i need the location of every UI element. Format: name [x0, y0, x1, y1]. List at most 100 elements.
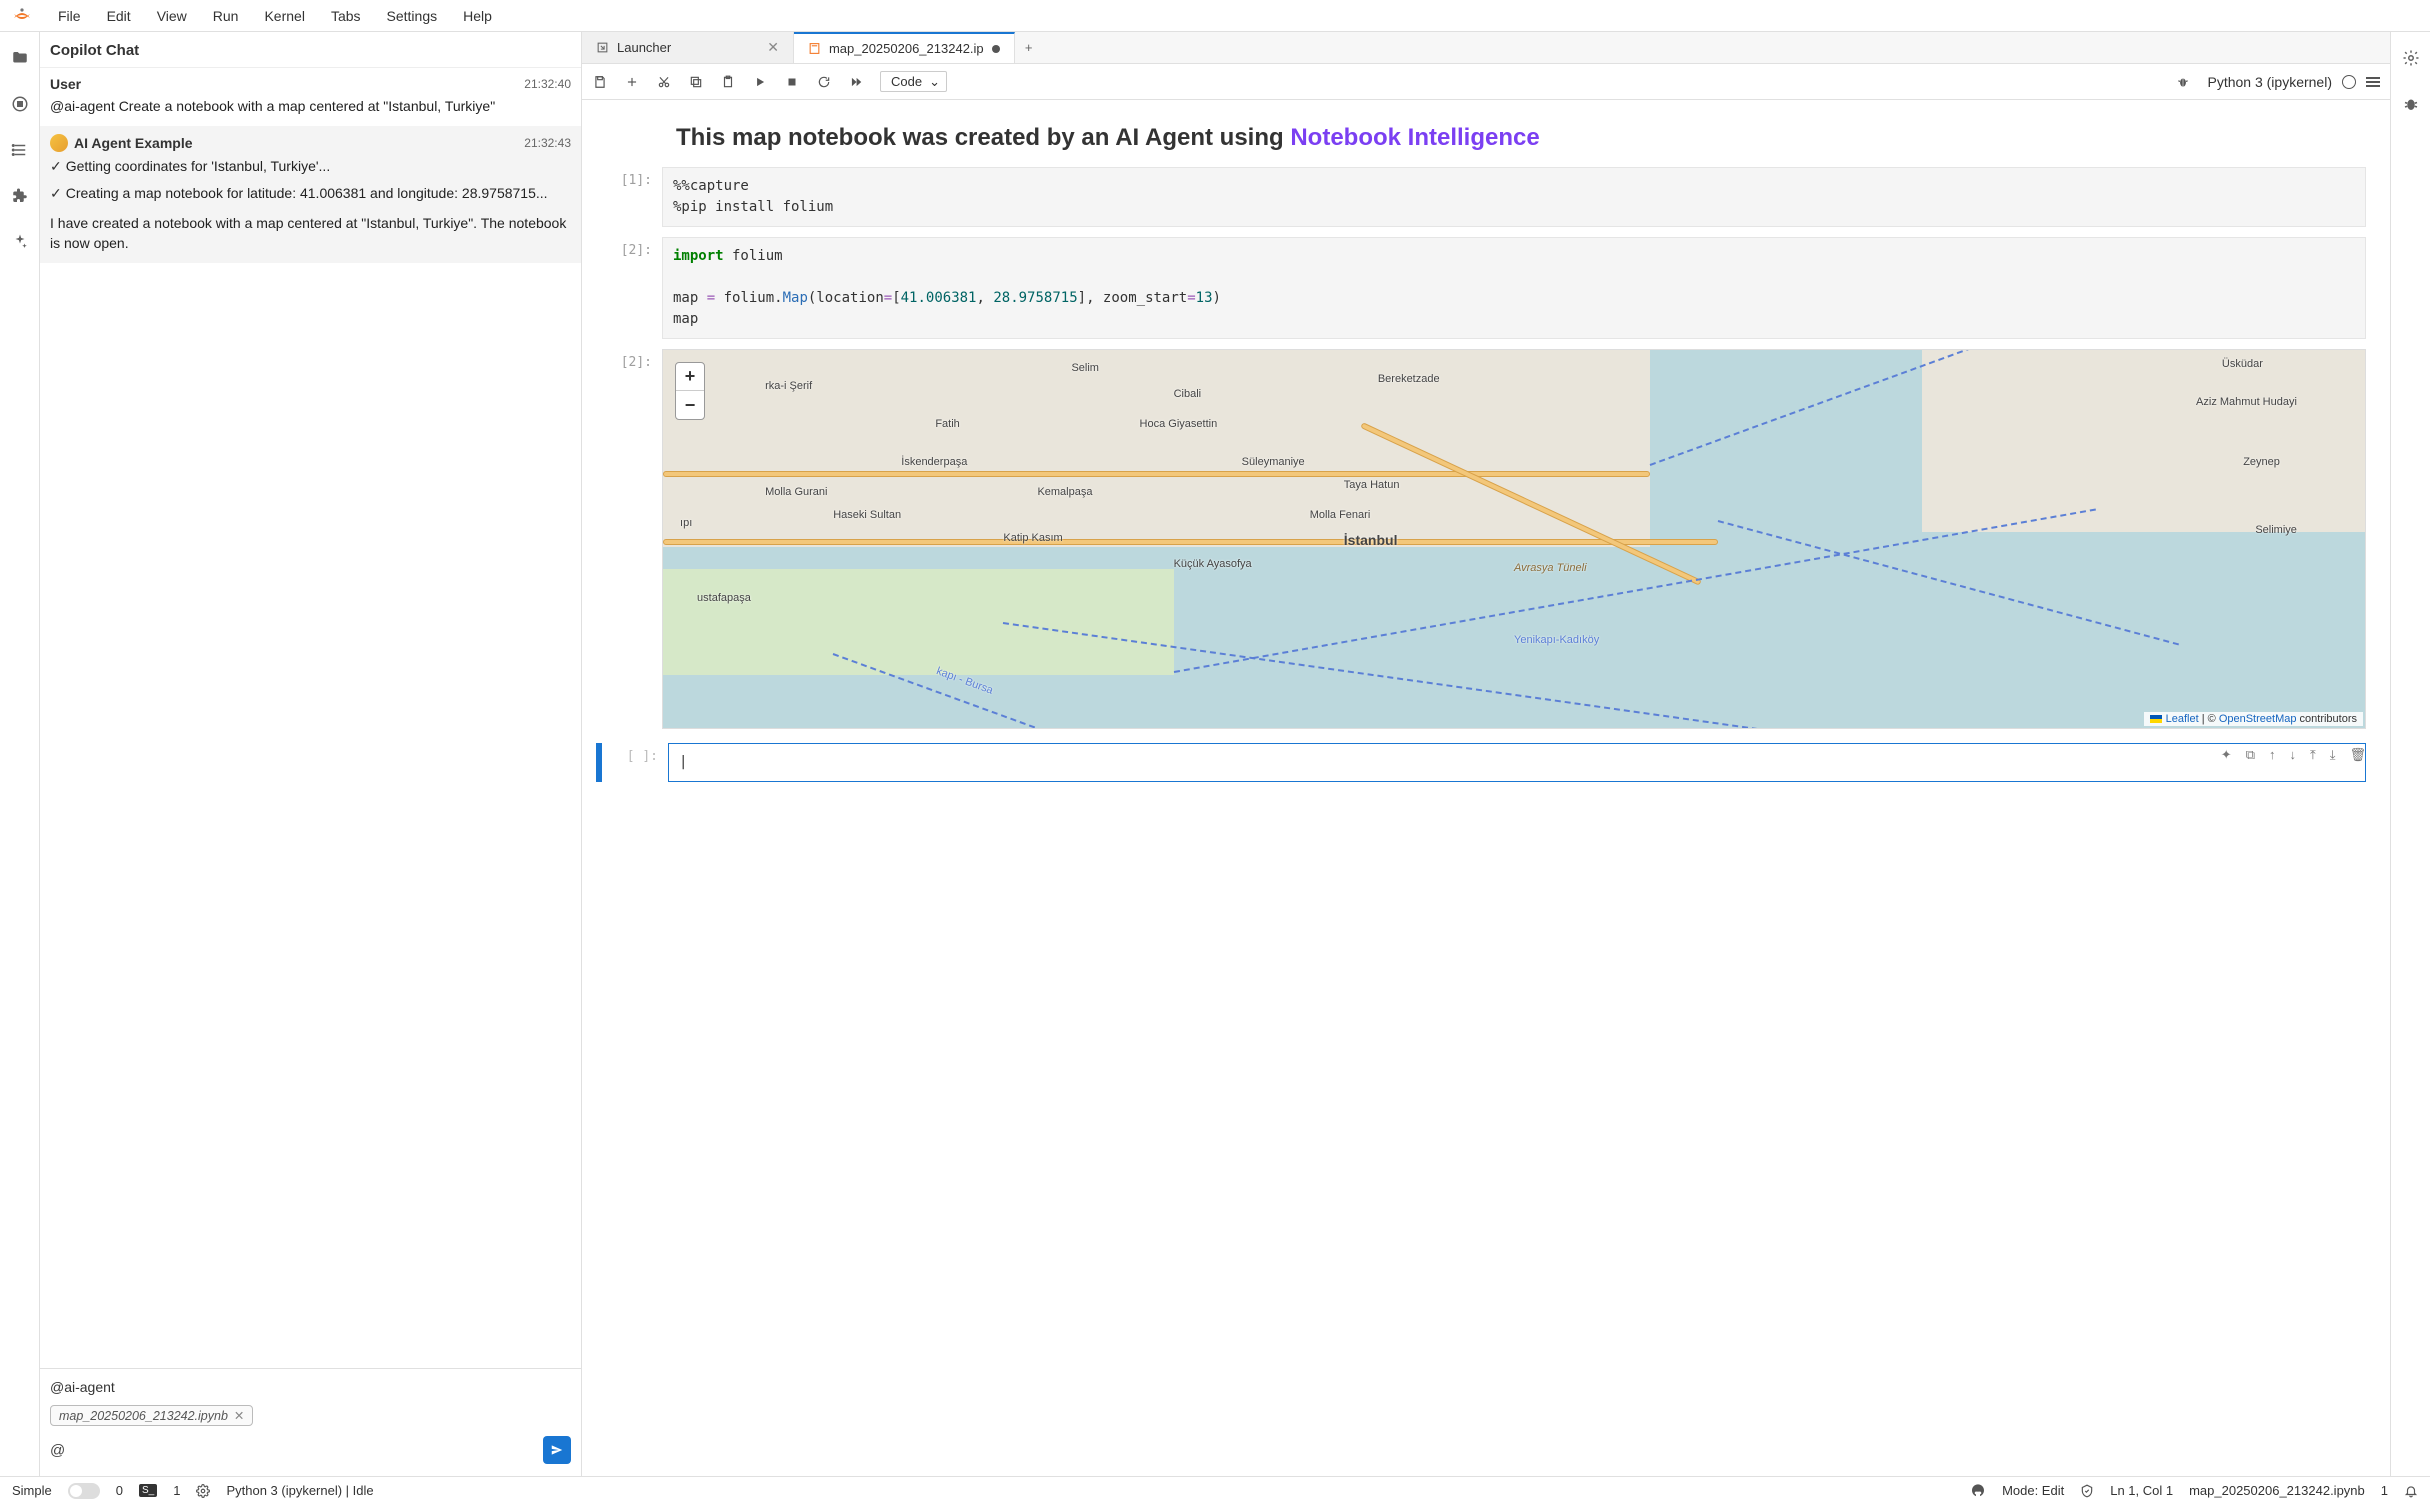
bell-icon[interactable] — [2404, 1484, 2418, 1498]
paste-icon[interactable] — [720, 74, 736, 90]
attachment-name: map_20250206_213242.ipynb — [59, 1409, 228, 1423]
notebook-toolbar: Code⌄ Python 3 (ipykernel) — [582, 64, 2390, 100]
output-prompt: [2]: — [596, 349, 662, 729]
tab-bar: Launcher ✕ map_20250206_213242.ip + — [582, 32, 2390, 64]
new-tab-button[interactable]: + — [1015, 32, 1043, 63]
cursor-position[interactable]: Ln 1, Col 1 — [2110, 1483, 2173, 1498]
code-input[interactable]: import folium map = folium.Map(location=… — [662, 237, 2366, 339]
map-label: Fatih — [935, 418, 959, 430]
bug-icon[interactable] — [2175, 74, 2191, 90]
map-label: Küçük Ayasofya — [1174, 558, 1252, 570]
map-attribution: Leaflet | © OpenStreetMap contributors — [2144, 712, 2363, 726]
kernel-status-text[interactable]: Python 3 (ipykernel) | Idle — [226, 1483, 373, 1498]
simple-mode-label: Simple — [12, 1483, 52, 1498]
map-label: Kemalpaşa — [1037, 486, 1092, 498]
github-copilot-icon[interactable] — [1970, 1483, 1986, 1499]
cell-output-2: [2]: İst — [596, 349, 2366, 729]
toc-icon[interactable] — [10, 140, 30, 160]
tab-launcher[interactable]: Launcher ✕ — [582, 32, 794, 63]
chat-input[interactable]: @ai-agent — [50, 1379, 571, 1395]
code-cell-1[interactable]: [1]: %%capture %pip install folium — [596, 167, 2366, 227]
duplicate-cell-icon[interactable]: ⧉ — [2246, 747, 2255, 763]
tab-notebook-label: map_20250206_213242.ip — [829, 41, 984, 56]
map-label: ustafapaşa — [697, 592, 751, 604]
stop-icon[interactable] — [784, 74, 800, 90]
jupyter-logo — [10, 4, 34, 28]
kernel-name[interactable]: Python 3 (ipykernel) — [2207, 74, 2332, 90]
status-count-one[interactable]: 1 — [173, 1483, 180, 1498]
map-label: Aziz Mahmut Hudayi — [2196, 396, 2297, 408]
cut-icon[interactable] — [656, 74, 672, 90]
chat-user-time: 21:32:40 — [524, 77, 571, 91]
restart-icon[interactable] — [816, 74, 832, 90]
menu-help[interactable]: Help — [451, 4, 504, 28]
folder-icon[interactable] — [10, 48, 30, 68]
chat-message-user: User 21:32:40 @ai-agent Create a noteboo… — [40, 68, 581, 126]
map-label: Molla Gurani — [765, 486, 827, 498]
menu-file[interactable]: File — [46, 4, 93, 28]
sparkle-icon[interactable] — [10, 232, 30, 252]
running-icon[interactable] — [10, 94, 30, 114]
tab-notebook[interactable]: map_20250206_213242.ip — [794, 32, 1015, 63]
add-cell-icon[interactable] — [624, 74, 640, 90]
delete-cell-icon[interactable]: 🗑 — [2349, 747, 2366, 763]
left-sidebar-rail — [0, 32, 40, 1476]
zoom-out-button[interactable]: − — [676, 391, 704, 419]
menu-edit[interactable]: Edit — [95, 4, 143, 28]
markdown-heading[interactable]: This map notebook was created by an AI A… — [596, 122, 2366, 153]
code-input[interactable]: %%capture %pip install folium — [662, 167, 2366, 227]
extensions-icon[interactable] — [10, 186, 30, 206]
current-file[interactable]: map_20250206_213242.ipynb — [2189, 1483, 2365, 1498]
copy-icon[interactable] — [688, 74, 704, 90]
map-label: rka-i Şerif — [765, 380, 812, 392]
menu-kernel[interactable]: Kernel — [252, 4, 316, 28]
map-label: Taya Hatun — [1344, 479, 1400, 491]
agent-step-1: Getting coordinates for 'Istanbul, Turki… — [66, 158, 330, 174]
run-icon[interactable] — [752, 74, 768, 90]
run-all-icon[interactable] — [848, 74, 864, 90]
menu-settings[interactable]: Settings — [375, 4, 450, 28]
osm-link[interactable]: OpenStreetMap — [2219, 713, 2297, 725]
menu-tabs[interactable]: Tabs — [319, 4, 373, 28]
mode-indicator[interactable]: Mode: Edit — [2002, 1483, 2064, 1498]
code-cell-empty[interactable]: [ ]: | ✦ ⧉ ↑ ↓ ⤒ ⤓ 🗑 — [596, 743, 2366, 782]
notebook-intelligence-link[interactable]: Notebook Intelligence — [1290, 124, 1539, 151]
code-cell-2[interactable]: [2]: import folium map = folium.Map(loca… — [596, 237, 2366, 339]
simple-mode-toggle[interactable] — [68, 1483, 100, 1499]
notebook-panel: Launcher ✕ map_20250206_213242.ip + — [582, 32, 2390, 1476]
map-zoom-control: + − — [675, 362, 705, 420]
code-input[interactable]: | — [668, 743, 2366, 782]
trusted-icon[interactable] — [2080, 1484, 2094, 1498]
map-label: Üsküdar — [2222, 358, 2263, 370]
save-icon[interactable] — [592, 74, 608, 90]
chat-user-body: @ai-agent Create a notebook with a map c… — [50, 96, 571, 116]
insert-above-icon[interactable]: ⤒ — [2310, 747, 2316, 763]
menu-view[interactable]: View — [145, 4, 199, 28]
move-down-icon[interactable]: ↓ — [2289, 747, 2296, 763]
kernel-status-icon[interactable] — [2342, 75, 2356, 89]
map-label: Bereketzade — [1378, 373, 1440, 385]
menu-run[interactable]: Run — [201, 4, 251, 28]
map-label: Avrasya Tüneli — [1514, 562, 1587, 574]
property-inspector-icon[interactable] — [2401, 48, 2421, 68]
insert-below-icon[interactable]: ⤓ — [2330, 747, 2336, 763]
zoom-in-button[interactable]: + — [676, 363, 704, 391]
send-button[interactable] — [543, 1436, 571, 1464]
debugger-icon[interactable] — [2401, 94, 2421, 114]
agent-response-text: I have created a notebook with a map cen… — [50, 213, 571, 254]
cell-type-select[interactable]: Code⌄ — [880, 71, 947, 92]
mention-button[interactable]: @ — [50, 1442, 65, 1459]
remove-attachment-icon[interactable]: ✕ — [234, 1408, 244, 1423]
leaflet-link[interactable]: Leaflet — [2166, 713, 2199, 725]
notification-count[interactable]: 1 — [2381, 1483, 2388, 1498]
ai-assist-icon[interactable]: ✦ — [2221, 747, 2232, 763]
close-tab-icon[interactable]: ✕ — [767, 39, 779, 56]
kernel-menu-icon[interactable] — [2366, 77, 2380, 87]
terminal-icon[interactable]: S_ — [139, 1484, 157, 1497]
status-count-zero[interactable]: 0 — [116, 1483, 123, 1498]
move-up-icon[interactable]: ↑ — [2269, 747, 2276, 763]
lsp-status-icon[interactable] — [196, 1484, 210, 1498]
attachment-chip[interactable]: map_20250206_213242.ipynb ✕ — [50, 1405, 253, 1426]
cell-prompt: [ ]: — [602, 743, 668, 782]
folium-map-output[interactable]: İstanbul Üsküdar Aziz Mahmut Hudayi Zeyn… — [662, 349, 2366, 729]
